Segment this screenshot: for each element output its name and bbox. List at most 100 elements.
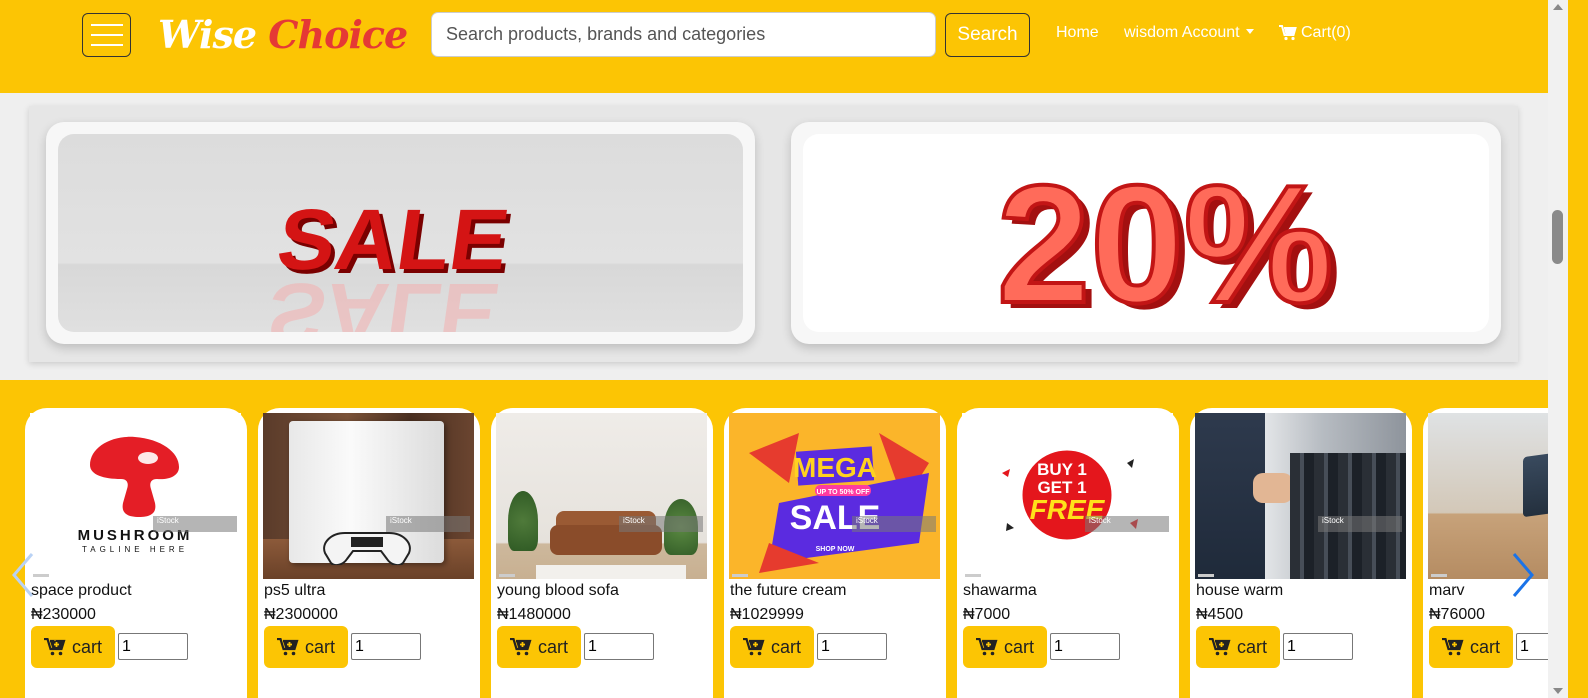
product-image: iStock [1195,413,1406,579]
product-carousel: MUSHROOM TAGLINE HERE iStock space produ… [0,380,1548,698]
chevron-right-icon[interactable] [1508,550,1538,600]
hamburger-line [90,34,123,36]
product-price: ₦2300000 [264,606,338,623]
discount-text: 20% [997,150,1333,332]
cart-button-label: cart [1469,636,1500,657]
image-indicator [1198,574,1214,577]
product-image: iStock [263,413,474,579]
watermark: iStock [619,516,703,532]
product-price: ₦230000 [31,606,96,623]
product-price: ₦1029999 [730,606,804,623]
mega-text: MEGA [793,452,877,483]
search-button[interactable]: Search [945,13,1030,57]
sale-banner-image: SALE SALE SALE [58,134,743,332]
cart-plus-icon [43,638,66,656]
buy-text: BUY 1 [1037,460,1087,479]
brand-word-2: Choice [268,12,408,57]
product-card[interactable]: iStock house warm ₦4500 cart [1190,408,1412,698]
add-to-cart-button[interactable]: cart [1429,626,1513,668]
brand-logo[interactable]: Wise Choice [158,12,408,57]
product-card[interactable]: iStock ps5 ultra ₦2300000 cart [258,408,480,698]
mushroom-icon [90,436,179,517]
scroll-down-arrow-icon[interactable] [1553,688,1563,694]
laptop-shape [1523,448,1548,518]
image-indicator [965,574,981,577]
product-image: iStock [496,413,707,579]
discount-banner-image: 20% 20% [803,134,1489,332]
quantity-input[interactable] [584,633,654,660]
nav-home-link[interactable]: Home [1056,24,1099,42]
product-price: ₦4500 [1196,606,1244,623]
account-dropdown[interactable]: wisdom Account [1124,24,1254,42]
product-card[interactable]: BUY 1 GET 1 FREE iStock shawarma ₦7000 c… [957,408,1179,698]
add-to-cart-button[interactable]: cart [730,626,814,668]
banner-section: SALE SALE SALE 20% 20% [0,93,1548,380]
page-scrollbar[interactable] [1548,0,1568,698]
scroll-up-arrow-icon[interactable] [1553,4,1563,10]
hamburger-line [90,24,123,26]
quantity-input[interactable] [1283,633,1353,660]
cart-plus-icon [276,638,299,656]
product-name: house warm [1196,582,1284,599]
image-indicator [732,574,748,577]
image-indicator [499,574,515,577]
quantity-input[interactable] [1050,633,1120,660]
image-indicator [1431,574,1447,577]
quantity-input[interactable] [118,633,188,660]
cart-plus-icon [742,638,765,656]
product-name: space product [31,582,132,599]
cart-button-label: cart [770,636,801,657]
watermark: iStock [153,516,237,532]
chevron-left-icon[interactable] [8,550,38,600]
product-image: BUY 1 GET 1 FREE iStock [962,413,1173,579]
add-to-cart-button[interactable]: cart [963,626,1047,668]
sale-reflection: SALE [261,265,504,332]
hamburger-line [90,44,123,46]
product-name: marv [1429,582,1465,599]
brand-word-1: Wise [158,12,257,57]
cart-button-label: cart [1236,636,1267,657]
add-to-cart-button[interactable]: cart [1196,626,1280,668]
product-price: ₦76000 [1429,606,1486,623]
product-name: young blood sofa [497,582,619,599]
product-image: MEGA UP TO 50% OFF SALE SHOP NOW iStock [729,413,940,579]
quantity-input[interactable] [817,633,887,660]
menu-toggle-button[interactable] [82,13,131,57]
shop-now-text: SHOP NOW [816,546,855,553]
banner-slide-sale[interactable]: SALE SALE SALE [46,122,755,344]
add-to-cart-button[interactable]: cart [31,626,115,668]
cart-button-label: cart [71,636,102,657]
cart-button-label: cart [537,636,568,657]
cart-plus-icon [1208,638,1231,656]
search-input[interactable] [431,12,936,57]
cart-button-label: cart [304,636,335,657]
quantity-input[interactable] [1516,633,1548,660]
watermark: iStock [1085,516,1169,532]
cart-plus-icon [975,638,998,656]
product-card[interactable]: MEGA UP TO 50% OFF SALE SHOP NOW iStock … [724,408,946,698]
product-image: MUSHROOM TAGLINE HERE iStock [30,413,241,579]
add-to-cart-button[interactable]: cart [264,626,348,668]
watermark: iStock [386,516,470,532]
cart-plus-icon [509,638,532,656]
product-price: ₦1480000 [497,606,571,623]
navbar: Wise Choice Search Home wisdom Account C… [0,0,1568,93]
product-price: ₦7000 [963,606,1011,623]
add-to-cart-button[interactable]: cart [497,626,581,668]
cart-icon [1279,25,1297,41]
logo-tagline: TAGLINE HERE [82,545,188,554]
banner-carousel: SALE SALE SALE 20% 20% [29,106,1518,362]
account-label: wisdom Account [1124,24,1240,41]
product-card[interactable]: iStock young blood sofa ₦1480000 cart [491,408,713,698]
scrollbar-thumb[interactable] [1552,210,1563,264]
product-card[interactable]: MUSHROOM TAGLINE HERE iStock space produ… [25,408,247,698]
banner-slide-discount[interactable]: 20% 20% [791,122,1501,344]
watermark: iStock [1318,516,1402,532]
quantity-input[interactable] [351,633,421,660]
cart-count-label: Cart(0) [1301,24,1351,41]
nav-cart-link[interactable]: Cart(0) [1279,24,1351,42]
product-name: ps5 ultra [264,582,326,599]
cart-button-label: cart [1003,636,1034,657]
product-name: the future cream [730,582,847,599]
cart-plus-icon [1441,638,1464,656]
